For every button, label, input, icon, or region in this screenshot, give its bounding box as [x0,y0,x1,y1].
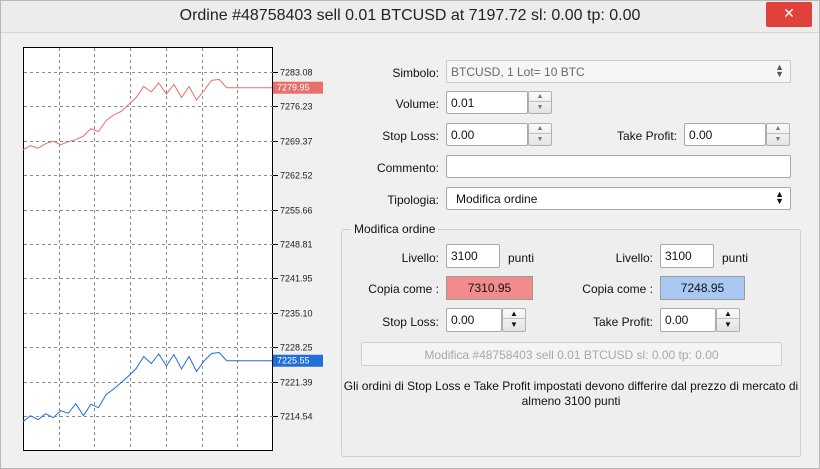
right-points-label: punti [722,251,749,265]
symbol-value: BTCUSD, 1 Lot= 10 BTC [451,65,585,79]
stop-loss-down-icon[interactable]: ▼ [529,135,551,145]
tick-chart: 7283.08 7276.23 7269.37 7262.52 7255.66 7248.… [23,47,333,452]
axis-tick-label: 7221.39 [280,378,313,388]
axis-tick-label: 7228.25 [280,343,313,353]
chart-plot-area [23,47,273,451]
volume-down-icon[interactable]: ▼ [529,103,551,113]
modify-take-profit-label: Take Profit: [592,315,653,329]
take-profit-input[interactable]: 0.00 [684,123,766,146]
left-level-label: Livello: [401,251,439,265]
modify-stop-loss-down-icon[interactable]: ▼ [503,320,525,330]
take-profit-level-input[interactable]: 3100 [660,244,714,268]
comment-label: Commento: [376,161,439,175]
symbol-label: Simbolo: [392,66,439,80]
copy-stop-loss-button[interactable]: 7310.95 [446,276,533,300]
close-button[interactable]: ✕ [766,2,812,27]
axis-tick-label: 7262.52 [280,171,313,181]
select-arrows-icon: ▲ ▼ [775,189,784,206]
axis-tick-label: 7248.81 [280,240,313,250]
modify-take-profit-down-icon[interactable]: ▼ [717,320,739,330]
dialog-body: 7283.08 7276.23 7269.37 7262.52 7255.66 7248.… [9,39,811,463]
modify-take-profit-stepper[interactable]: ▲ ▼ [716,308,740,332]
axis-tick-label: 7255.66 [280,206,313,216]
stop-loss-up-icon[interactable]: ▲ [529,124,551,134]
min-distance-note: Gli ordini di Stop Loss e Take Profit im… [343,379,799,408]
copy-take-profit-button[interactable]: 7248.95 [660,276,745,300]
order-dialog: Ordine #48758403 sell 0.01 BTCUSD at 719… [0,0,820,469]
axis-tick-label: 7214.54 [280,412,313,422]
symbol-select[interactable]: BTCUSD, 1 Lot= 10 BTC ▲ ▼ [446,60,791,83]
type-value: Modifica ordine [456,192,538,206]
modify-take-profit-input[interactable]: 0.00 [660,308,716,332]
modify-stop-loss-up-icon[interactable]: ▲ [503,309,525,319]
comment-input[interactable] [446,155,791,178]
volume-label: Volume: [395,97,439,111]
ask-price-tag: 7225.55 [273,354,323,367]
take-profit-stepper[interactable]: ▲ ▼ [766,123,790,146]
type-select[interactable]: Modifica ordine ▲ ▼ [446,187,791,210]
copy-sl-label: Copia come : [368,282,439,296]
stop-loss-level-input[interactable]: 3100 [446,244,500,268]
stop-loss-input[interactable]: 0.00 [446,123,528,146]
modify-order-button[interactable]: Modifica #48758403 sell 0.01 BTCUSD sl: … [361,342,782,366]
volume-stepper[interactable]: ▲ ▼ [528,91,552,114]
modify-order-group-title: Modifica ordine [351,222,439,236]
axis-tick-label: 7269.37 [280,137,313,147]
take-profit-down-icon[interactable]: ▼ [767,135,789,145]
select-arrows-icon: ▲ ▼ [775,62,784,79]
axis-tick-label: 7283.08 [280,68,313,78]
axis-tick-label: 7276.23 [280,102,313,112]
type-label: Tipologia: [387,193,439,207]
title-bar[interactable]: Ordine #48758403 sell 0.01 BTCUSD at 719… [1,1,819,33]
price-axis: 7283.08 7276.23 7269.37 7262.52 7255.66 7248.… [273,68,313,422]
axis-tick-label: 7241.95 [280,274,313,284]
bid-price-tag: 7279.95 [273,81,323,94]
ask-price-label: 7225.55 [277,356,310,366]
take-profit-up-icon[interactable]: ▲ [767,124,789,134]
stop-loss-stepper[interactable]: ▲ ▼ [528,123,552,146]
modify-stop-loss-input[interactable]: 0.00 [446,308,502,332]
right-level-label: Livello: [615,251,653,265]
volume-input[interactable]: 0.01 [446,91,528,114]
tick-chart-svg: 7283.08 7276.23 7269.37 7262.52 7255.66 7248.… [23,47,323,451]
stop-loss-label: Stop Loss: [382,129,439,143]
take-profit-label: Take Profit: [616,129,677,143]
bid-price-label: 7279.95 [277,83,310,93]
volume-up-icon[interactable]: ▲ [529,92,551,102]
copy-tp-label: Copia come : [582,282,653,296]
left-points-label: punti [508,251,535,265]
modify-stop-loss-label: Stop Loss: [382,315,439,329]
modify-take-profit-up-icon[interactable]: ▲ [717,309,739,319]
modify-stop-loss-stepper[interactable]: ▲ ▼ [502,308,526,332]
axis-tick-label: 7235.10 [280,309,313,319]
window-title: Ordine #48758403 sell 0.01 BTCUSD at 719… [179,7,641,24]
